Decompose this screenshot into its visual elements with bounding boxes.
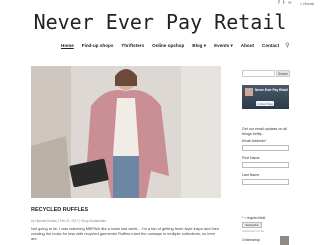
facebook-page-avatar xyxy=(245,88,253,96)
featured-image[interactable] xyxy=(31,66,221,198)
post-meta: by Hannah Kirwan | Feb 22, 2017 | Shop S… xyxy=(31,219,107,223)
nav-item-home[interactable]: Home xyxy=(57,43,78,48)
online-shop-thumbnail[interactable] xyxy=(280,236,289,245)
email-field[interactable] xyxy=(242,145,289,151)
sidebar-search-button[interactable]: Search xyxy=(276,70,290,77)
nav-item-find-up-shops[interactable]: Find-up shops xyxy=(78,43,118,48)
newsletter-intro: Get our email updates on all things thri… xyxy=(242,127,287,136)
first-name-label: First Name xyxy=(242,156,260,160)
site-title[interactable]: Never Ever Pay Retail xyxy=(0,10,320,34)
first-name-field[interactable] xyxy=(242,162,289,168)
search-icon[interactable]: ⚲ xyxy=(285,42,289,49)
required-field-note: * = required field xyxy=(242,216,266,220)
facebook-page-widget[interactable]: Never Ever Pay Retail Follow Page xyxy=(242,85,289,109)
nav-item-events[interactable]: Events ▾ xyxy=(210,43,237,49)
twitter-icon[interactable]: t xyxy=(283,1,285,6)
home-link-label: Home xyxy=(303,1,314,6)
post-title[interactable]: RECYCLED RUFFLES xyxy=(31,207,88,213)
facebook-page-name: Never Ever Pay Retail xyxy=(255,88,288,92)
home-icon: ⌂ xyxy=(299,1,303,6)
subscribe-button[interactable]: Subscribe xyxy=(242,222,262,228)
email-label: Email Address* xyxy=(242,139,267,143)
last-name-label: Last Name xyxy=(242,173,260,177)
nav-item-online-opshop[interactable]: Online opshop xyxy=(148,43,188,48)
nav-item-contact[interactable]: Contact xyxy=(258,43,283,48)
nav-item-blog[interactable]: Blog ▾ xyxy=(188,43,210,49)
facebook-follow-button[interactable]: Follow Page xyxy=(256,101,275,106)
facebook-icon[interactable]: f xyxy=(278,1,280,6)
chevron-down-icon: ▾ xyxy=(230,42,233,48)
rss-icon[interactable]: ≈ xyxy=(288,1,292,6)
sidebar-search-input[interactable] xyxy=(242,70,275,77)
unsubscribe-link[interactable]: unsubscribe from list xyxy=(242,230,264,233)
nav-item-about[interactable]: About xyxy=(237,43,258,48)
nav-item-thriftsters[interactable]: Thriftsters xyxy=(117,43,148,48)
chevron-down-icon: ▾ xyxy=(203,42,207,48)
featured-image-illustration xyxy=(31,66,221,198)
social-links: f t ≈ xyxy=(278,1,292,6)
home-link[interactable]: ⌂ Home xyxy=(300,1,314,6)
last-name-field[interactable] xyxy=(242,179,289,185)
top-bar: f t ≈ ⌂ Home xyxy=(0,0,320,8)
post-excerpt: Not going to lie, I was watching MBFWA l… xyxy=(31,226,220,242)
main-nav: Home Find-up shops Thriftsters Online op… xyxy=(57,42,290,49)
online-shop-heading: Onlineshop xyxy=(242,238,261,242)
